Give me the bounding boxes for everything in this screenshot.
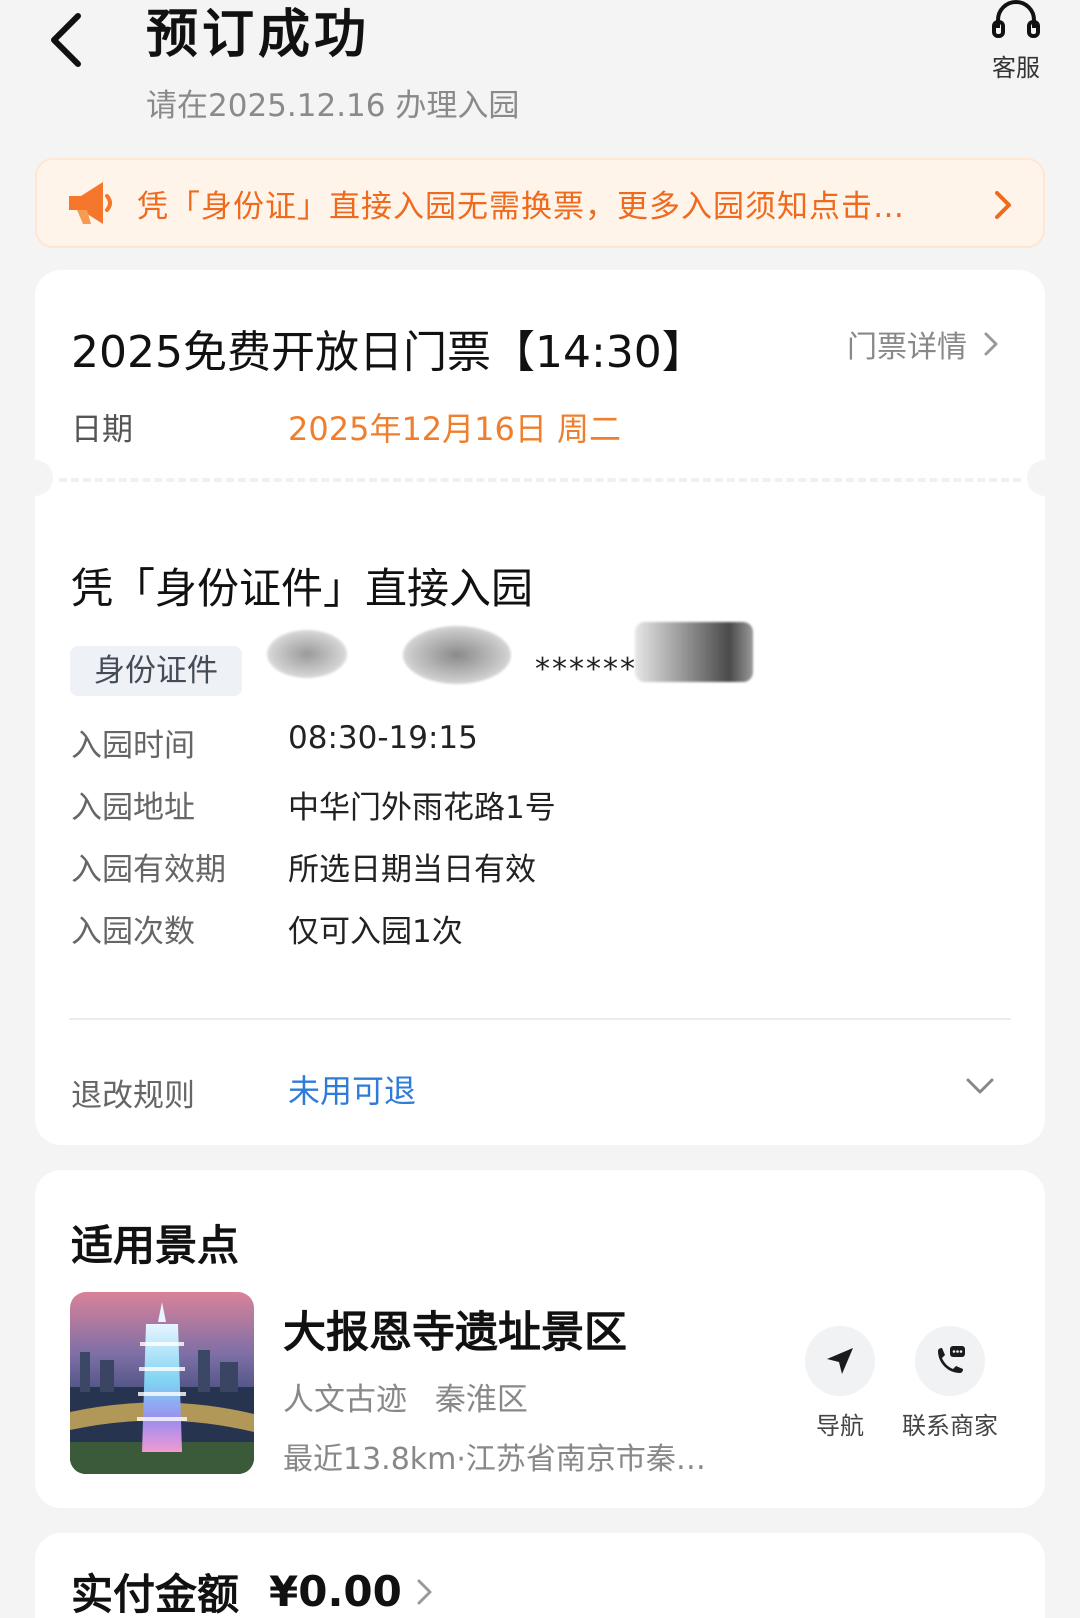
- pagoda-image: [70, 1292, 254, 1474]
- entry-count-label: 入园次数: [71, 914, 195, 950]
- header: 预订成功 请在2025.12.16 办理入园 客服: [0, 0, 1080, 140]
- ticket-perforation: [59, 478, 1021, 482]
- phone-chat-icon: [938, 1346, 965, 1373]
- redacted-id-part: [635, 622, 753, 682]
- chevron-right-icon: [984, 332, 998, 356]
- redacted-id-part: [267, 630, 347, 678]
- scenic-address: 最近13.8km·江苏省南京市秦…: [283, 1442, 706, 1477]
- contact-merchant-button[interactable]: 联系商家: [885, 1326, 1015, 1441]
- scenic-tag-category: 人文古迹: [283, 1382, 407, 1418]
- scenic-thumbnail[interactable]: [70, 1292, 254, 1474]
- ticket-notch-right: [1027, 460, 1063, 496]
- entry-time-label: 入园时间: [71, 728, 195, 764]
- payment-label: 实付金额: [71, 1570, 240, 1618]
- customer-service-label: 客服: [992, 54, 1040, 82]
- refund-rule-value[interactable]: 未用可退: [288, 1066, 416, 1112]
- ticket-card: 2025免费开放日门票【14:30】 门票详情 日期 2025年12月16日 周…: [17, 270, 1063, 1145]
- ticket-notch-left: [17, 460, 53, 496]
- scenic-tag-district: 秦淮区: [434, 1382, 528, 1418]
- date-label: 日期: [71, 412, 133, 448]
- headset-icon: [992, 0, 1040, 38]
- entry-address-value: 中华门外雨花路1号: [288, 790, 556, 826]
- page-title: 预订成功: [146, 5, 371, 65]
- ticket-detail-label: 门票详情: [847, 330, 967, 365]
- navigation-icon-circle: [805, 1326, 875, 1396]
- payment-amount: ¥0.00: [269, 1567, 402, 1616]
- ticket-title: 2025免费开放日门票【14:30】: [71, 327, 706, 378]
- entry-time-value: 08:30-19:15: [288, 720, 478, 756]
- navigation-arrow-icon: [827, 1348, 853, 1374]
- section-title: 适用景点: [71, 1221, 240, 1270]
- divider: [69, 1018, 1011, 1020]
- date-value: 2025年12月16日 周二: [288, 410, 622, 448]
- entry-validity-value: 所选日期当日有效: [288, 852, 536, 888]
- scenic-name[interactable]: 大报恩寺遗址景区: [283, 1298, 627, 1360]
- chevron-right-icon: [417, 1579, 432, 1604]
- payment-row[interactable]: 实付金额 ¥0.00: [71, 1561, 434, 1618]
- payment-card[interactable]: 实付金额 ¥0.00: [35, 1533, 1045, 1618]
- ticket-detail-link[interactable]: 门票详情: [847, 322, 999, 366]
- scenic-tags: 人文古迹 秦淮区: [283, 1374, 546, 1419]
- back-button[interactable]: [44, 6, 96, 70]
- entry-validity-label: 入园有效期: [71, 852, 226, 888]
- id-type-tag: 身份证件: [70, 646, 242, 696]
- customer-service-button[interactable]: 客服: [976, 0, 1056, 84]
- megaphone-icon: [69, 182, 112, 224]
- scenic-card: 适用景点 大报恩寺遗址景区 人文古迹 秦淮区 最近13.8km·江苏省南京市秦……: [35, 1170, 1045, 1508]
- entry-notice-bar[interactable]: 凭「身份证」直接入园无需换票，更多入园须知点击…: [35, 158, 1045, 248]
- entry-date-hint: 请在2025.12.16 办理入园: [146, 88, 520, 124]
- contact-icon-circle: [915, 1326, 985, 1396]
- contact-merchant-label: 联系商家: [902, 1412, 998, 1440]
- entry-count-value: 仅可入园1次: [288, 914, 463, 950]
- chevron-down-icon[interactable]: [965, 1076, 995, 1096]
- navigation-button[interactable]: 导航: [785, 1326, 895, 1441]
- entry-address-label: 入园地址: [71, 790, 195, 826]
- entry-method-title: 凭「身份证件」直接入园: [71, 564, 534, 613]
- chevron-right-icon: [995, 191, 1011, 219]
- navigation-label: 导航: [816, 1412, 864, 1440]
- back-arrow-icon: [51, 13, 81, 67]
- refund-rule-label: 退改规则: [71, 1078, 195, 1114]
- notice-text: 凭「身份证」直接入园无需换票，更多入园须知点击…: [137, 188, 905, 225]
- redacted-id-part: [403, 626, 511, 684]
